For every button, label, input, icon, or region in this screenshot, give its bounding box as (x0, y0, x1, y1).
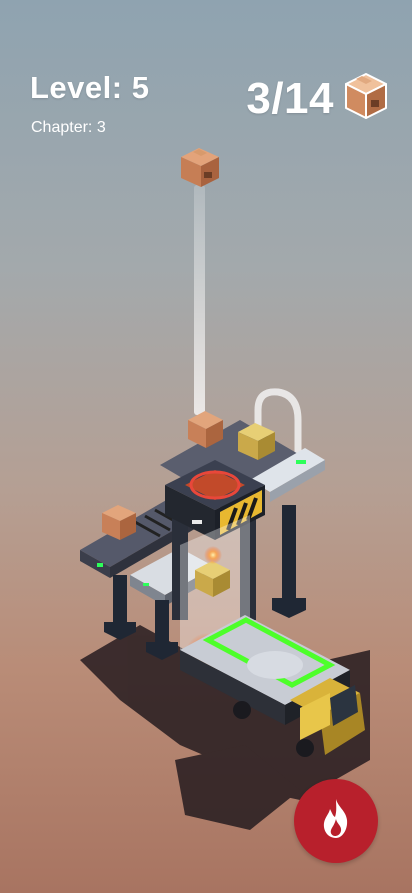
tower-light (204, 546, 222, 564)
falling-box (181, 148, 219, 187)
cardboard-box-icon (342, 70, 390, 127)
boxes-counter: 3/14 (246, 70, 390, 127)
chapter-label: Chapter: 3 (31, 119, 106, 136)
fire-button[interactable] (294, 779, 378, 863)
level-label: Level: 5 (30, 70, 150, 105)
box-drop-trail (194, 185, 205, 415)
boxes-counter-text: 3/14 (246, 73, 334, 123)
fire-icon (316, 797, 356, 846)
